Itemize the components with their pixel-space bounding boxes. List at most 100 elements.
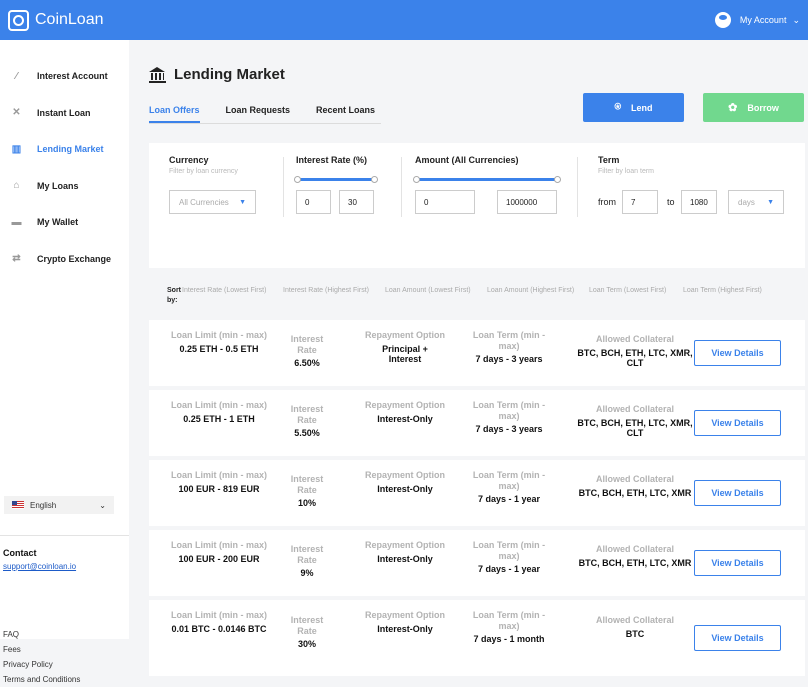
- amount-max-input[interactable]: 1000000: [497, 190, 557, 214]
- offer-collateral-value: BTC: [625, 628, 645, 639]
- tab-recent-loans[interactable]: Recent Loans: [316, 105, 375, 123]
- exchange-icon: ⇄: [12, 253, 21, 265]
- offer-rate-value: 30%: [297, 639, 316, 649]
- interest-min-handle[interactable]: [294, 176, 301, 183]
- offer-rate: Interest Rate 5.50%: [281, 404, 333, 439]
- sidebar-item-lending-market[interactable]: ▥ Lending Market: [0, 131, 129, 168]
- sidebar-item-my-wallet[interactable]: ▬ My Wallet: [0, 204, 129, 241]
- interest-min-input[interactable]: 0: [296, 190, 331, 214]
- currency-select[interactable]: All Currencies ▼: [169, 190, 256, 214]
- offer-term-value: 7 days - 1 year: [477, 494, 541, 504]
- offers-list: Loan Limit (min - max) 0.25 ETH - 0.5 ETH…: [149, 320, 805, 680]
- wallet-icon: ▬: [11, 216, 22, 228]
- sort-option[interactable]: Interest Rate (Lowest First): [182, 286, 272, 295]
- view-details-button[interactable]: View Details: [694, 625, 781, 651]
- sidebar-item-crypto-exchange[interactable]: ⇄ Crypto Exchange: [0, 241, 129, 278]
- borrow-button[interactable]: ✿ Borrow: [703, 93, 804, 122]
- offer-card: Loan Limit (min - max) 0.25 ETH - 0.5 ETH…: [149, 320, 805, 386]
- view-details-button[interactable]: View Details: [694, 480, 781, 506]
- sidebar-item-instant-loan[interactable]: ✕ Instant Loan: [0, 95, 129, 132]
- footer-link[interactable]: Terms and Conditions: [3, 672, 80, 687]
- sidebar-item-my-loans[interactable]: ⌂ My Loans: [0, 168, 129, 205]
- offer-repay: Repayment Option Interest-Only: [365, 400, 445, 424]
- offer-collateral-header: Allowed Collateral: [595, 334, 675, 344]
- main-content: Lending Market Loan Offers Loan Requests R…: [129, 40, 808, 676]
- tab-loan-offers[interactable]: Loan Offers: [149, 105, 200, 123]
- offer-collateral-header: Allowed Collateral: [595, 615, 675, 625]
- amount-range-slider[interactable]: [413, 176, 561, 183]
- sidebar-item-label: Crypto Exchange: [37, 253, 112, 264]
- bank-icon: [149, 66, 166, 83]
- term-filter: Term Filter by loan term: [598, 155, 654, 175]
- sort-option[interactable]: Loan Term (Lowest First): [589, 286, 679, 295]
- currency-sublabel: Filter by loan currency: [169, 168, 238, 175]
- offer-repay-header: Repayment Option: [365, 400, 446, 410]
- language-select[interactable]: English ⌄: [4, 496, 114, 514]
- offer-limit: Loan Limit (min - max) 100 EUR - 200 EUR: [169, 540, 269, 564]
- amount-min-input[interactable]: 0: [415, 190, 475, 214]
- term-to-label: to: [667, 197, 675, 207]
- offer-limit-header: Loan Limit (min - max): [170, 470, 267, 480]
- avatar-icon: [714, 12, 731, 28]
- sidebar-item-interest-account[interactable]: ⁄ Interest Account: [0, 58, 129, 95]
- interest-range-slider[interactable]: [294, 176, 378, 183]
- chevron-down-icon: ⌄: [99, 500, 106, 510]
- sort-option[interactable]: Interest Rate (Highest First): [283, 286, 373, 295]
- footer-link[interactable]: Fees: [3, 642, 80, 657]
- offer-card: Loan Limit (min - max) 0.25 ETH - 1 ETH In…: [149, 390, 805, 456]
- sort-option[interactable]: Loan Amount (Lowest First): [385, 286, 475, 295]
- lend-icon: ⍟: [614, 101, 622, 113]
- term-label: Term: [598, 155, 620, 165]
- term-unit-select[interactable]: days ▼: [728, 190, 784, 214]
- page-header: Lending Market: [149, 66, 285, 83]
- caret-down-icon: ▼: [767, 198, 774, 206]
- currency-value: All Currencies: [179, 197, 229, 207]
- term-to-input[interactable]: 1080: [681, 190, 717, 214]
- interest-label: Interest Rate (%): [296, 155, 368, 165]
- offer-rate-header: Interest Rate: [290, 404, 324, 425]
- interest-max-handle[interactable]: [371, 176, 378, 183]
- offer-limit-value: 0.25 ETH - 1 ETH: [183, 413, 255, 424]
- brand-name: CoinLoan: [35, 11, 104, 28]
- offer-rate-value: 5.50%: [294, 428, 320, 438]
- offer-term-header: Loan Term (min - max): [472, 540, 546, 561]
- account-menu[interactable]: My Account ⌄: [714, 12, 800, 28]
- term-sublabel: Filter by loan term: [598, 168, 655, 175]
- offer-rate: Interest Rate 10%: [281, 474, 333, 509]
- contact-email-link[interactable]: support@coinloan.io: [3, 562, 76, 571]
- bank-icon: ▥: [11, 143, 22, 155]
- offer-repay: Repayment Option Interest-Only: [365, 470, 445, 494]
- offer-collateral: Allowed Collateral BTC, BCH, ETH, LTC, XM…: [570, 334, 700, 369]
- offer-collateral: Allowed Collateral BTC: [570, 615, 700, 639]
- amount-max-handle[interactable]: [554, 176, 561, 183]
- amount-filter: Amount (All Currencies): [415, 155, 519, 165]
- filter-panel: Currency Filter by loan currency All Cur…: [149, 143, 805, 268]
- offer-rate: Interest Rate 6.50%: [281, 334, 333, 369]
- sidebar-nav: ⁄ Interest Account ✕ Instant Loan ▥ Lending M…: [0, 40, 129, 277]
- footer-link[interactable]: FAQ: [3, 627, 80, 642]
- offer-term: Loan Term (min - max) 7 days - 1 year: [469, 470, 549, 505]
- offer-repay-value: Interest-Only: [377, 553, 433, 564]
- offer-term-value: 7 days - 1 month: [473, 634, 545, 644]
- sidebar-item-label: Interest Account: [37, 71, 108, 82]
- term-from-input[interactable]: 7: [622, 190, 658, 214]
- amount-min-handle[interactable]: [413, 176, 420, 183]
- sort-option[interactable]: Loan Term (Highest First): [683, 286, 773, 295]
- divider: [0, 535, 129, 536]
- tab-loan-requests[interactable]: Loan Requests: [226, 105, 291, 123]
- brand[interactable]: CoinLoan: [8, 9, 104, 31]
- page-title: Lending Market: [174, 66, 285, 83]
- interest-max-input[interactable]: 30: [339, 190, 374, 214]
- view-details-button[interactable]: View Details: [694, 340, 781, 366]
- offer-limit-header: Loan Limit (min - max): [170, 330, 267, 340]
- divider: [577, 157, 578, 217]
- offer-limit-header: Loan Limit (min - max): [170, 540, 267, 550]
- footer-link[interactable]: Privacy Policy: [3, 657, 80, 672]
- contact-title: Contact: [3, 548, 37, 558]
- offer-limit: Loan Limit (min - max) 0.01 BTC - 0.0146 …: [169, 610, 269, 634]
- view-details-button[interactable]: View Details: [694, 550, 781, 576]
- view-details-button[interactable]: View Details: [694, 410, 781, 436]
- lend-button[interactable]: ⍟ Lend: [583, 93, 684, 122]
- sort-option[interactable]: Loan Amount (Highest First): [487, 286, 577, 295]
- caret-down-icon: ▼: [239, 198, 246, 206]
